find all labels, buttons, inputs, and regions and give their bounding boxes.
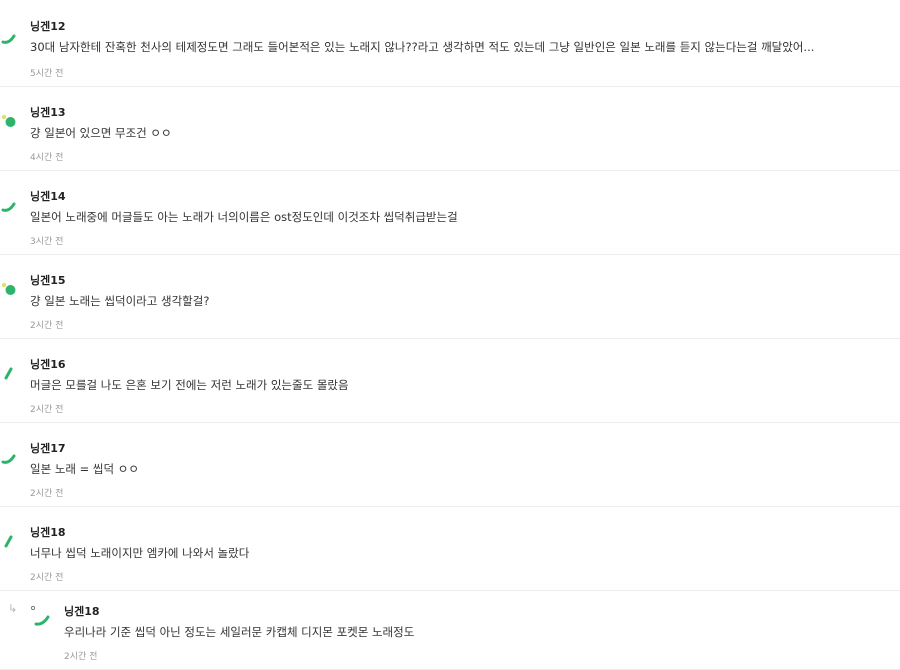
avatar[interactable]: [0, 530, 22, 556]
comment-text: 우리나라 기준 씹덕 아닌 정도는 세일러문 카캡체 디지몬 포켓몬 노래정도: [64, 625, 415, 639]
comment-item: 닝겐15 걍 일본 노래는 씹덕이라고 생각할걸? 2시간 전: [0, 254, 900, 339]
comment-text: 너무나 씹덕 노래이지만 엠카에 나와서 놀랐다: [30, 546, 250, 560]
comment-text: 걍 일본 노래는 씹덕이라고 생각할걸?: [30, 294, 210, 308]
reply-item: ↳ 닝겐18 우리나라 기준 씹덕 아닌 정도는 세일러문 카캡체 디지몬 포켓…: [0, 590, 900, 670]
comment-timestamp: 2시간 전: [30, 573, 64, 583]
avatar[interactable]: [0, 110, 22, 136]
comment-text: 일본어 노래중에 머글들도 아는 노래가 너의이름은 ost정도인데 이것조차 …: [30, 210, 458, 224]
comment-text: 30대 남자한테 잔혹한 천사의 테제정도면 그래도 들어본적은 있는 노래지 …: [30, 40, 815, 54]
comment-text: 일본 노래 = 씹덕 ㅇㅇ: [30, 462, 139, 476]
avatar[interactable]: [0, 444, 22, 470]
comment-list: 닝겐12 30대 남자한테 잔혹한 천사의 테제정도면 그래도 들어본적은 있는…: [0, 0, 900, 670]
avatar[interactable]: [0, 278, 22, 304]
comment-timestamp: 5시간 전: [30, 69, 64, 79]
avatar[interactable]: [28, 604, 50, 630]
avatar[interactable]: [0, 362, 22, 388]
comment-item: 닝겐12 30대 남자한테 잔혹한 천사의 테제정도면 그래도 들어본적은 있는…: [0, 0, 900, 87]
comment-timestamp: 2시간 전: [30, 405, 64, 415]
comment-timestamp: 4시간 전: [30, 153, 64, 163]
comment-item: 닝겐17 일본 노래 = 씹덕 ㅇㅇ 2시간 전: [0, 422, 900, 507]
comment-author[interactable]: 닝겐15: [30, 272, 66, 288]
comment-timestamp: 2시간 전: [64, 652, 98, 662]
comment-author[interactable]: 닝겐16: [30, 356, 66, 372]
comment-item: 닝겐18 너무나 씹덕 노래이지만 엠카에 나와서 놀랐다 2시간 전: [0, 506, 900, 591]
comment-author[interactable]: 닝겐18: [64, 603, 100, 619]
comment-text: 머글은 모를걸 나도 은혼 보기 전에는 저런 노래가 있는줄도 몰랐음: [30, 378, 349, 392]
comment-timestamp: 2시간 전: [30, 489, 64, 499]
comment-author[interactable]: 닝겐18: [30, 524, 66, 540]
comment-author[interactable]: 닝겐14: [30, 188, 66, 204]
avatar[interactable]: [0, 24, 22, 50]
comment-timestamp: 3시간 전: [30, 237, 64, 247]
comment-item: 닝겐13 걍 일본어 있으면 무조건 ㅇㅇ 4시간 전: [0, 86, 900, 171]
comment-timestamp: 2시간 전: [30, 321, 64, 331]
reply-arrow-icon: ↳: [8, 602, 18, 615]
comment-item: 닝겐16 머글은 모를걸 나도 은혼 보기 전에는 저런 노래가 있는줄도 몰랐…: [0, 338, 900, 423]
comment-text: 걍 일본어 있으면 무조건 ㅇㅇ: [30, 126, 172, 140]
comment-author[interactable]: 닝겐13: [30, 104, 66, 120]
comment-item: 닝겐14 일본어 노래중에 머글들도 아는 노래가 너의이름은 ost정도인데 …: [0, 170, 900, 255]
comment-author[interactable]: 닝겐12: [30, 18, 66, 34]
comment-author[interactable]: 닝겐17: [30, 440, 66, 456]
avatar[interactable]: [0, 192, 22, 218]
